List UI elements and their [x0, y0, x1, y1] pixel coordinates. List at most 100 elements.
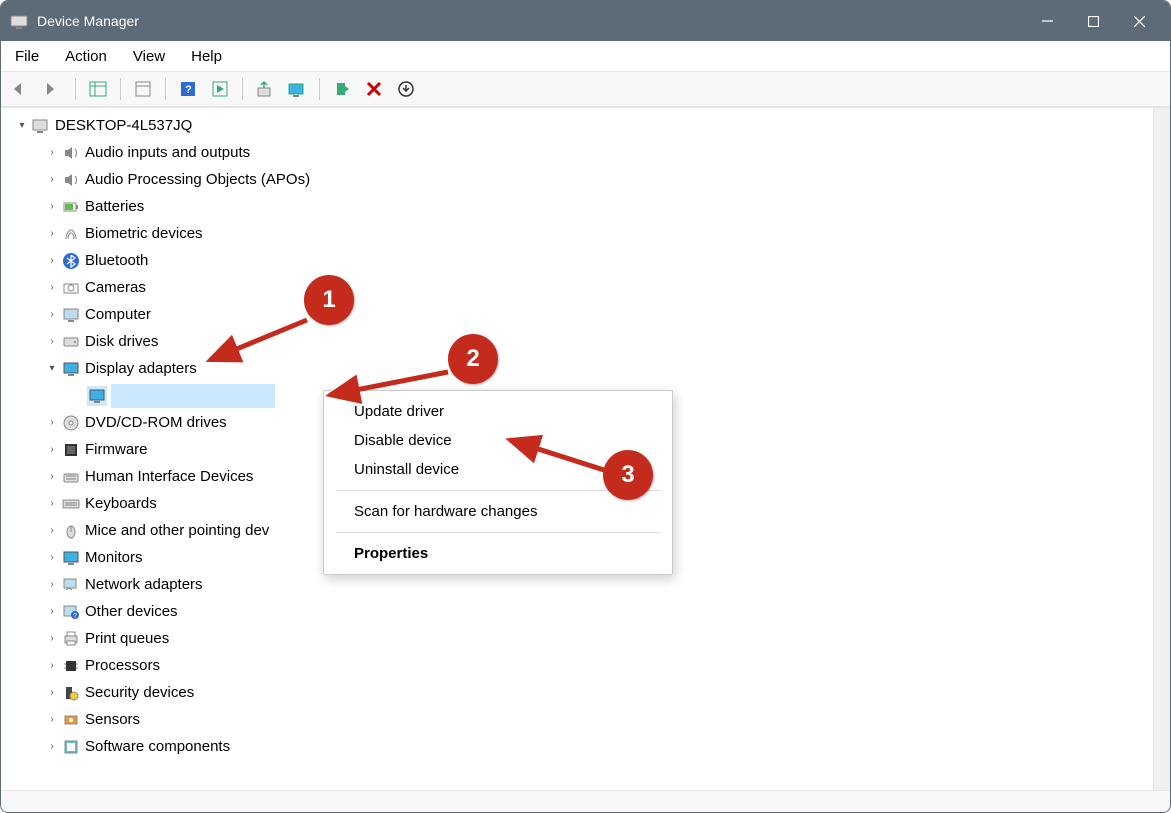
chevron-right-icon[interactable]: ›	[45, 416, 59, 430]
tree-node[interactable]: ›Processors	[1, 652, 1153, 679]
tree-node[interactable]: ›Disk drives	[1, 328, 1153, 355]
tree-node-label: Software components	[85, 734, 230, 760]
tree-node[interactable]: › Audio inputs and outputs	[1, 139, 1153, 166]
chevron-right-icon[interactable]: ›	[45, 308, 59, 322]
tree-node-label: Network adapters	[85, 572, 203, 598]
tree-node[interactable]: › Network adapters	[1, 571, 1153, 598]
update-driver-button[interactable]	[251, 75, 279, 103]
uninstall-button[interactable]	[392, 75, 420, 103]
chevron-right-icon[interactable]: ›	[45, 227, 59, 241]
tree-node[interactable]: ›?Other devices	[1, 598, 1153, 625]
tree-node-label: Mice and other pointing dev	[85, 518, 269, 544]
chevron-down-icon[interactable]: ▾	[15, 119, 29, 133]
tree-node-label: Keyboards	[85, 491, 157, 517]
tree-node[interactable]: ›Computer	[1, 301, 1153, 328]
tree-node-label: Batteries	[85, 194, 144, 220]
enable-button[interactable]	[328, 75, 356, 103]
chevron-right-icon[interactable]: ›	[45, 254, 59, 268]
chevron-right-icon[interactable]: ›	[45, 740, 59, 754]
ctx-update-driver[interactable]: Update driver	[324, 397, 672, 426]
maximize-button[interactable]	[1070, 1, 1116, 41]
chevron-right-icon[interactable]: ›	[45, 281, 59, 295]
toolbar: ?	[1, 71, 1170, 107]
tree-node-label: Biometric devices	[85, 221, 203, 247]
tree-node[interactable]: › Bluetooth	[1, 247, 1153, 274]
menu-view[interactable]: View	[129, 46, 169, 67]
tree-node[interactable]: ›Audio Processing Objects (APOs)	[1, 166, 1153, 193]
chevron-right-icon[interactable]: ›	[45, 686, 59, 700]
tree-node[interactable]: › Batteries	[1, 193, 1153, 220]
chevron-right-icon[interactable]: ›	[45, 605, 59, 619]
annotation-badge-3: 3	[603, 450, 653, 500]
printer-icon	[61, 629, 81, 649]
tree-node-label: Cameras	[85, 275, 146, 301]
chevron-right-icon[interactable]: ›	[45, 713, 59, 727]
back-button[interactable]	[7, 75, 35, 103]
chevron-right-icon[interactable]: ›	[45, 335, 59, 349]
computer-icon	[61, 305, 81, 325]
tree-node-label: Bluetooth	[85, 248, 148, 274]
tree-node-label: DVD/CD-ROM drives	[85, 410, 227, 436]
show-hide-tree-button[interactable]	[84, 75, 112, 103]
menu-help[interactable]: Help	[187, 46, 226, 67]
menu-file[interactable]: File	[11, 46, 43, 67]
tree-child-label	[111, 384, 275, 408]
help-button[interactable]: ?	[174, 75, 202, 103]
chevron-right-icon[interactable]: ›	[45, 497, 59, 511]
tree-node-label: Audio inputs and outputs	[85, 140, 250, 166]
ctx-separator	[336, 532, 660, 533]
titlebar: Device Manager	[1, 1, 1170, 41]
chevron-right-icon[interactable]: ›	[45, 470, 59, 484]
tree-node-label: Other devices	[85, 599, 178, 625]
firmware-icon	[61, 440, 81, 460]
tree-node[interactable]: ▾ Display adapters	[1, 355, 1153, 382]
vertical-scrollbar[interactable]	[1153, 108, 1170, 790]
display-icon	[87, 386, 107, 406]
dvd-icon	[61, 413, 81, 433]
chevron-down-icon[interactable]: ▾	[45, 362, 59, 376]
tree-node-label: Firmware	[85, 437, 148, 463]
menu-action[interactable]: Action	[61, 46, 111, 67]
cpu-icon	[61, 656, 81, 676]
display-icon	[61, 548, 81, 568]
tree-node[interactable]: ›Sensors	[1, 706, 1153, 733]
scan-hardware-button[interactable]	[283, 75, 311, 103]
tree-node-label: Display adapters	[85, 356, 197, 382]
close-button[interactable]	[1116, 1, 1162, 41]
tree-root-label: DESKTOP-4L537JQ	[55, 113, 192, 139]
network-icon	[61, 575, 81, 595]
tree-node-label: Monitors	[85, 545, 143, 571]
chevron-right-icon[interactable]: ›	[45, 524, 59, 538]
tree-node-label: Security devices	[85, 680, 194, 706]
fingerprint-icon	[61, 224, 81, 244]
chevron-right-icon[interactable]: ›	[45, 200, 59, 214]
properties-button[interactable]	[129, 75, 157, 103]
chevron-right-icon[interactable]: ›	[45, 551, 59, 565]
chevron-right-icon[interactable]: ›	[45, 443, 59, 457]
menubar: File Action View Help	[1, 41, 1170, 71]
tree-root[interactable]: ▾ DESKTOP-4L537JQ	[1, 112, 1153, 139]
hid-icon	[61, 467, 81, 487]
minimize-button[interactable]	[1024, 1, 1070, 41]
ctx-scan-hardware[interactable]: Scan for hardware changes	[324, 497, 672, 526]
display-icon	[61, 359, 81, 379]
ctx-properties[interactable]: Properties	[324, 539, 672, 568]
tree-node[interactable]: › Biometric devices	[1, 220, 1153, 247]
tree-node[interactable]: › Cameras	[1, 274, 1153, 301]
sensor-icon	[61, 710, 81, 730]
action-button[interactable]	[206, 75, 234, 103]
chevron-right-icon[interactable]: ›	[45, 146, 59, 160]
chevron-right-icon[interactable]: ›	[45, 578, 59, 592]
tree-node[interactable]: › Security devices	[1, 679, 1153, 706]
tree-node[interactable]: › Software components	[1, 733, 1153, 760]
tree-node-label: Print queues	[85, 626, 169, 652]
chevron-right-icon[interactable]: ›	[45, 173, 59, 187]
bluetooth-icon	[61, 251, 81, 271]
other-icon: ?	[61, 602, 81, 622]
tree-node[interactable]: › Print queues	[1, 625, 1153, 652]
disable-button[interactable]	[360, 75, 388, 103]
chevron-right-icon[interactable]: ›	[45, 632, 59, 646]
forward-button[interactable]	[39, 75, 67, 103]
chevron-right-icon[interactable]: ›	[45, 659, 59, 673]
annotation-badge-2: 2	[448, 334, 498, 384]
